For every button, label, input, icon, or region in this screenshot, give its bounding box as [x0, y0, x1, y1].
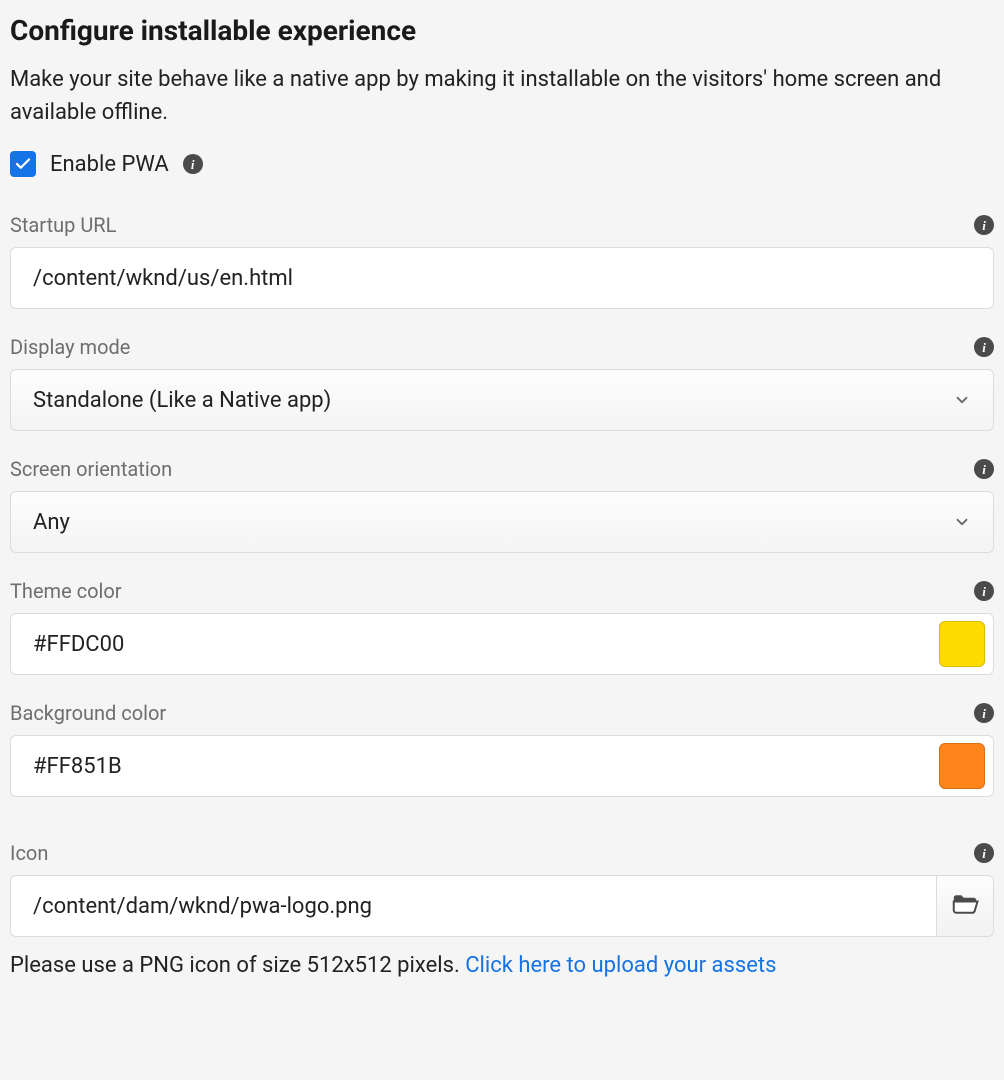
field-theme-color: Theme color i #FFDC00 [10, 579, 994, 675]
field-icon: Icon i /content/dam/wknd/pwa-logo.png [10, 841, 994, 937]
startup-url-label: Startup URL [10, 213, 116, 237]
background-color-value: #FF851B [33, 754, 122, 779]
upload-assets-link[interactable]: Click here to upload your assets [465, 953, 776, 978]
info-icon[interactable]: i [974, 843, 994, 863]
display-mode-value: Standalone (Like a Native app) [33, 388, 331, 413]
field-startup-url: Startup URL i /content/wknd/us/en.html [10, 213, 994, 309]
theme-color-value: #FFDC00 [33, 632, 124, 657]
info-icon[interactable]: i [974, 703, 994, 723]
info-icon[interactable]: i [183, 154, 203, 174]
enable-pwa-checkbox[interactable] [10, 151, 36, 177]
enable-pwa-row: Enable PWA i [10, 151, 994, 177]
field-display-mode: Display mode i Standalone (Like a Native… [10, 335, 994, 431]
chevron-down-icon [953, 513, 971, 531]
icon-hint: Please use a PNG icon of size 512x512 pi… [10, 953, 994, 978]
info-icon[interactable]: i [974, 459, 994, 479]
info-icon[interactable]: i [974, 215, 994, 235]
theme-color-label: Theme color [10, 579, 122, 603]
theme-color-input[interactable]: #FFDC00 [10, 613, 994, 675]
info-icon[interactable]: i [974, 337, 994, 357]
display-mode-label: Display mode [10, 335, 130, 359]
enable-pwa-label: Enable PWA [50, 152, 169, 177]
theme-color-swatch[interactable] [939, 621, 985, 667]
icon-label: Icon [10, 841, 48, 865]
info-icon[interactable]: i [974, 581, 994, 601]
folder-open-icon [950, 889, 980, 923]
screen-orientation-label: Screen orientation [10, 457, 172, 481]
page-description: Make your site behave like a native app … [10, 63, 994, 129]
page-title: Configure installable experience [10, 14, 994, 47]
background-color-input[interactable]: #FF851B [10, 735, 994, 797]
display-mode-select[interactable]: Standalone (Like a Native app) [10, 369, 994, 431]
startup-url-input[interactable]: /content/wknd/us/en.html [10, 247, 994, 309]
chevron-down-icon [953, 391, 971, 409]
icon-hint-text: Please use a PNG icon of size 512x512 pi… [10, 953, 465, 978]
background-color-label: Background color [10, 701, 166, 725]
browse-button[interactable] [936, 875, 994, 937]
field-background-color: Background color i #FF851B [10, 701, 994, 797]
field-screen-orientation: Screen orientation i Any [10, 457, 994, 553]
screen-orientation-select[interactable]: Any [10, 491, 994, 553]
screen-orientation-value: Any [33, 510, 70, 535]
background-color-swatch[interactable] [939, 743, 985, 789]
icon-input[interactable]: /content/dam/wknd/pwa-logo.png [10, 875, 936, 937]
